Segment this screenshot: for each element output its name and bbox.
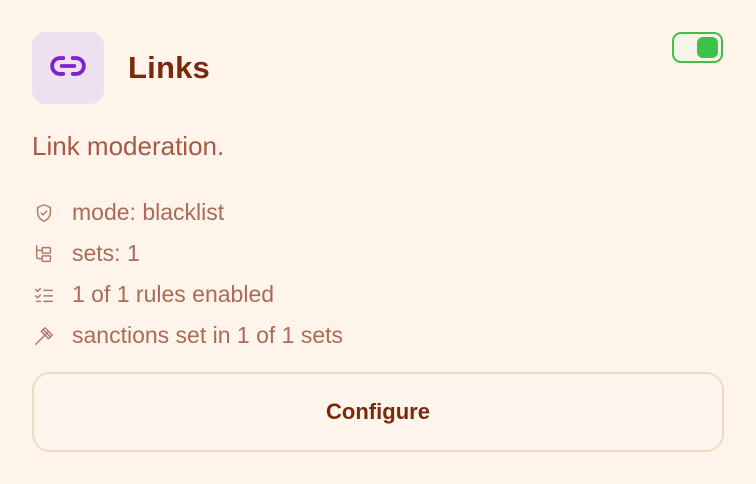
stat-sanctions: sanctions set in 1 of 1 sets bbox=[32, 315, 343, 356]
list-checks-icon bbox=[32, 283, 56, 307]
configure-button[interactable]: Configure bbox=[32, 372, 724, 452]
stat-text: sanctions set in 1 of 1 sets bbox=[72, 322, 344, 348]
stat-sets: sets: 1 bbox=[32, 233, 343, 274]
stat-rules: 1 of 1 rules enabled bbox=[32, 274, 343, 315]
stat-text: mode: blacklist bbox=[72, 199, 225, 225]
module-description: Link moderation. bbox=[32, 131, 225, 161]
module-enabled-toggle[interactable] bbox=[672, 32, 723, 63]
module-stats-list: mode: blacklist sets: 1 1 of 1 rules ena… bbox=[32, 192, 343, 356]
gavel-icon bbox=[32, 324, 56, 348]
shield-check-icon bbox=[32, 201, 56, 225]
module-card: Links Link moderation. mode: blacklist s… bbox=[0, 0, 756, 484]
link-icon bbox=[49, 47, 87, 90]
toggle-knob bbox=[697, 37, 718, 58]
stat-text: sets: 1 bbox=[72, 240, 140, 266]
stat-mode: mode: blacklist bbox=[32, 192, 343, 233]
card-header: Links bbox=[32, 32, 210, 104]
module-icon-tile bbox=[32, 32, 104, 104]
stat-text: 1 of 1 rules enabled bbox=[72, 281, 275, 307]
folder-tree-icon bbox=[32, 242, 56, 266]
module-title: Links bbox=[128, 50, 210, 85]
